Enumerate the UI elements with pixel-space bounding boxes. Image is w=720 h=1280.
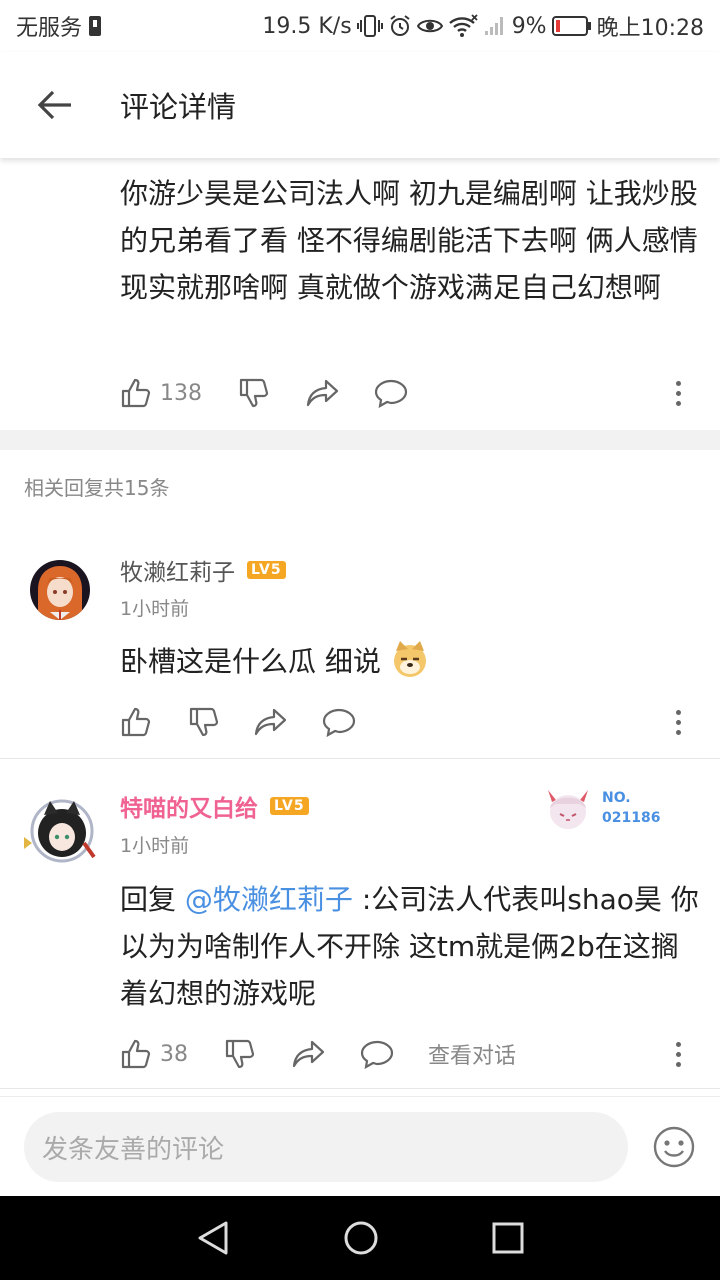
nav-back-icon[interactable]	[196, 1220, 230, 1256]
share-arrow-icon	[254, 708, 287, 736]
reply-username[interactable]: 牧濑红莉子 LV5	[120, 553, 286, 587]
fan-badge: NO. 021186	[540, 780, 660, 836]
carrier-label: 无服务	[16, 16, 83, 41]
more-menu-icon[interactable]	[672, 373, 684, 413]
replies-count-header: 相关回复共15条	[24, 476, 170, 500]
avatar[interactable]	[30, 560, 90, 620]
reply-prefix: 回复	[120, 883, 185, 916]
divider	[0, 758, 720, 759]
like-count: 138	[160, 380, 202, 406]
sim-icon	[88, 15, 102, 37]
back-button[interactable]	[0, 52, 110, 158]
thumb-down-icon	[189, 707, 219, 737]
smiley-icon	[653, 1126, 695, 1168]
share-button[interactable]	[254, 707, 288, 737]
reply-actions	[120, 702, 356, 742]
share-arrow-icon	[306, 379, 339, 407]
dislike-button[interactable]	[188, 706, 220, 738]
speech-bubble-icon	[374, 379, 408, 408]
more-menu-icon[interactable]	[672, 702, 684, 742]
like-count: 38	[160, 1041, 188, 1067]
thumb-up-icon	[121, 707, 151, 737]
username-text: 特喵的又白给	[120, 796, 258, 822]
battery-icon	[551, 15, 592, 37]
nav-home-icon[interactable]	[343, 1220, 379, 1256]
status-bar: 无服务 19.5 K/s 9% 晚上10:28	[0, 0, 720, 52]
anime-girl-badge-icon	[548, 790, 588, 829]
dislike-button[interactable]	[238, 377, 270, 409]
battery-percent: 9%	[511, 13, 547, 39]
comment-button[interactable]	[322, 707, 356, 737]
alarm-icon	[388, 14, 412, 38]
divider	[0, 1088, 720, 1089]
thumb-up-icon	[121, 378, 151, 408]
speech-bubble-icon	[360, 1040, 394, 1069]
emoji-button[interactable]	[652, 1125, 696, 1173]
share-button[interactable]	[306, 378, 340, 408]
badge-number: 021186	[602, 810, 661, 826]
level-badge: LV5	[270, 797, 309, 815]
main-comment-actions: 138	[120, 373, 408, 413]
like-button[interactable]: 138	[120, 377, 202, 409]
nav-recents-icon[interactable]	[492, 1222, 524, 1254]
reply-username[interactable]: 特喵的又白给 LV5	[120, 789, 309, 823]
wifi-icon	[448, 14, 478, 38]
net-speed: 19.5 K/s	[262, 13, 352, 39]
badge-label: NO.	[602, 790, 631, 806]
mention-link[interactable]: @牧濑红莉子	[185, 883, 353, 916]
thumb-up-icon	[121, 1039, 151, 1069]
speech-bubble-icon	[322, 708, 356, 737]
comment-button[interactable]	[360, 1039, 394, 1069]
dislike-button[interactable]	[224, 1038, 256, 1070]
doge-emoji-icon	[393, 641, 426, 677]
app-bar: 评论详情	[0, 52, 720, 158]
reply-text-content: 卧槽这是什么瓜 细说	[120, 645, 381, 678]
level-badge: LV5	[247, 561, 286, 579]
main-comment-text: 你游少昊是公司法人啊 初九是编剧啊 让我炒股的兄弟看了看 怪不得编剧能活下去啊 …	[120, 177, 698, 304]
system-nav-bar	[0, 1196, 720, 1280]
more-menu-icon[interactable]	[672, 1034, 684, 1074]
clock: 晚上10:28	[596, 16, 704, 41]
thumb-down-icon	[239, 378, 269, 408]
comment-input[interactable]: 发条友善的评论	[24, 1112, 628, 1182]
share-button[interactable]	[292, 1039, 326, 1069]
reply-text: 回复 @牧濑红莉子 :公司法人代表叫shao昊 你以为为啥制作人不开除 这tm就…	[120, 876, 700, 1017]
share-arrow-icon	[292, 1040, 325, 1068]
comment-input-bar: 发条友善的评论	[0, 1096, 720, 1196]
reply-time: 1小时前	[120, 835, 190, 857]
page-title: 评论详情	[120, 90, 237, 124]
reply-text: 卧槽这是什么瓜 细说	[120, 638, 700, 685]
view-dialog-link[interactable]: 查看对话	[428, 1038, 516, 1070]
avatar[interactable]	[20, 795, 100, 865]
like-button[interactable]: 38	[120, 1038, 188, 1070]
like-button[interactable]	[120, 706, 152, 738]
thumb-down-icon	[225, 1039, 255, 1069]
vibrate-icon	[356, 14, 383, 38]
signal-icon	[483, 15, 507, 37]
eye-icon	[416, 16, 443, 36]
username-text: 牧濑红莉子	[120, 560, 235, 586]
back-arrow-icon	[37, 90, 71, 120]
section-separator	[0, 430, 720, 450]
reply-time: 1小时前	[120, 598, 190, 620]
main-comment: 你游少昊是公司法人啊 初九是编剧啊 让我炒股的兄弟看了看 怪不得编剧能活下去啊 …	[0, 158, 720, 430]
reply-actions: 38 查看对话	[120, 1034, 516, 1074]
comment-button[interactable]	[374, 378, 408, 408]
